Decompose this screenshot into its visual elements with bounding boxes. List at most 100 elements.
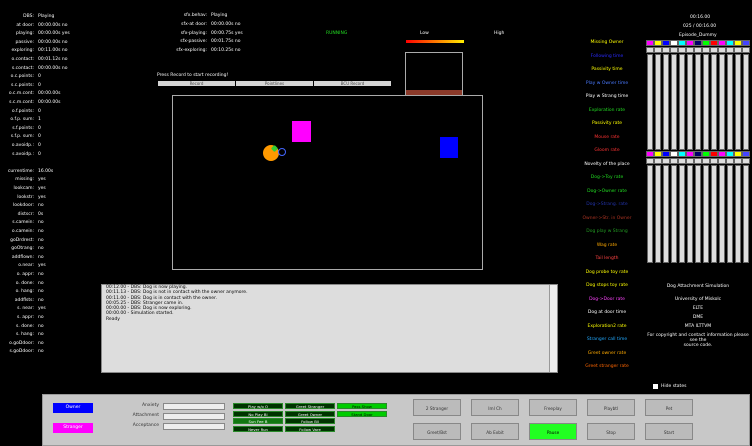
control-button[interactable]: Playbtl <box>587 399 635 416</box>
event-log[interactable]: 00:12.00 - DBS: Dog is now playing. 00:11… <box>101 284 558 373</box>
color-cell[interactable] <box>654 40 662 46</box>
parameter-slider[interactable] <box>719 54 725 150</box>
control-button[interactable]: Greet/Bst <box>413 423 461 440</box>
color-cell[interactable] <box>742 40 750 46</box>
bcu-record-button[interactable]: BCU Record <box>314 81 391 86</box>
parameter-slider[interactable] <box>711 54 717 150</box>
behavior-toggle-button[interactable]: Greet Stranger <box>285 403 335 409</box>
state-cell[interactable] <box>678 47 686 53</box>
control-button[interactable]: Pause <box>529 423 577 440</box>
color-cell[interactable] <box>702 151 710 157</box>
parameter-slider[interactable] <box>687 165 693 263</box>
parameter-slider[interactable] <box>655 54 661 150</box>
parameter-slider[interactable] <box>671 165 677 263</box>
color-cell[interactable] <box>678 40 686 46</box>
state-cell[interactable] <box>678 158 686 164</box>
control-button[interactable]: 2 Stranger <box>413 399 461 416</box>
parameter-slider[interactable] <box>743 165 749 263</box>
parameter-slider[interactable] <box>727 165 733 263</box>
color-cell[interactable] <box>726 151 734 157</box>
color-cell[interactable] <box>718 40 726 46</box>
slider-track[interactable] <box>163 403 225 410</box>
state-cell[interactable] <box>686 158 694 164</box>
color-cell[interactable] <box>662 151 670 157</box>
parameter-slider[interactable] <box>735 54 741 150</box>
parameter-slider[interactable] <box>655 165 661 263</box>
state-cell[interactable] <box>670 47 678 53</box>
color-cell[interactable] <box>726 40 734 46</box>
color-cell[interactable] <box>670 40 678 46</box>
state-cell[interactable] <box>662 158 670 164</box>
parameter-slider[interactable] <box>743 54 749 150</box>
color-cell[interactable] <box>702 40 710 46</box>
parameter-slider[interactable] <box>679 165 685 263</box>
slider-track[interactable] <box>163 423 225 430</box>
control-button[interactable]: Freeplay <box>529 399 577 416</box>
behavior-toggle-button[interactable]: Follow Bll <box>285 418 335 424</box>
state-cell[interactable] <box>734 158 742 164</box>
color-cell[interactable] <box>694 151 702 157</box>
control-button[interactable]: Start <box>645 423 693 440</box>
state-cell[interactable] <box>654 47 662 53</box>
color-cell[interactable] <box>686 151 694 157</box>
color-cell[interactable] <box>654 151 662 157</box>
state-cell[interactable] <box>710 158 718 164</box>
behavior-toggle-button[interactable]: Play w/o O <box>233 403 283 409</box>
parameter-slider[interactable] <box>735 165 741 263</box>
behavior-toggle-button[interactable]: Stand Door <box>337 410 387 417</box>
slider-track[interactable] <box>163 413 225 420</box>
state-cell[interactable] <box>734 47 742 53</box>
state-cell[interactable] <box>646 47 654 53</box>
state-cell[interactable] <box>694 47 702 53</box>
parameter-slider[interactable] <box>695 54 701 150</box>
behavior-toggle-button[interactable]: Sun Fee B <box>233 418 283 424</box>
control-button[interactable]: Ab Exbit <box>471 423 519 440</box>
state-cell[interactable] <box>718 47 726 53</box>
behavior-toggle-button[interactable]: Follow Vare <box>285 425 335 432</box>
behavior-toggle-button[interactable]: Pass Show <box>337 403 387 409</box>
log-scrollbar[interactable] <box>549 285 557 372</box>
control-button[interactable]: Pet <box>645 399 693 416</box>
parameter-slider[interactable] <box>663 165 669 263</box>
state-cell[interactable] <box>742 158 750 164</box>
parameter-slider[interactable] <box>703 54 709 150</box>
parameter-slider[interactable] <box>679 54 685 150</box>
record-button[interactable]: Record <box>158 81 235 86</box>
color-cell[interactable] <box>710 40 718 46</box>
state-cell[interactable] <box>694 158 702 164</box>
behavior-toggle-button[interactable]: No Play Bl <box>233 410 283 417</box>
behavior-toggle-button[interactable]: Greet Owner <box>285 410 335 417</box>
color-cell[interactable] <box>670 151 678 157</box>
parameter-slider[interactable] <box>687 54 693 150</box>
state-cell[interactable] <box>718 158 726 164</box>
hide-states-checkbox[interactable] <box>653 384 658 389</box>
parameter-slider[interactable] <box>671 54 677 150</box>
color-cell[interactable] <box>734 151 742 157</box>
color-cell[interactable] <box>734 40 742 46</box>
control-button[interactable]: Stop <box>587 423 635 440</box>
state-cell[interactable] <box>662 47 670 53</box>
state-cell[interactable] <box>654 158 662 164</box>
color-cell[interactable] <box>718 151 726 157</box>
state-cell[interactable] <box>710 47 718 53</box>
color-cell[interactable] <box>686 40 694 46</box>
simulation-arena[interactable] <box>172 95 483 270</box>
behavior-toggle-button[interactable]: Never Run <box>233 425 283 432</box>
parameter-slider[interactable] <box>695 165 701 263</box>
color-cell[interactable] <box>694 40 702 46</box>
parameter-slider[interactable] <box>727 54 733 150</box>
state-cell[interactable] <box>702 158 710 164</box>
state-cell[interactable] <box>670 158 678 164</box>
state-cell[interactable] <box>726 158 734 164</box>
parameter-slider[interactable] <box>719 165 725 263</box>
parameter-slider[interactable] <box>711 165 717 263</box>
control-button[interactable]: Iml Ch <box>471 399 519 416</box>
color-cell[interactable] <box>662 40 670 46</box>
color-cell[interactable] <box>678 151 686 157</box>
pointlines-button[interactable]: Pointlines <box>236 81 313 86</box>
state-cell[interactable] <box>726 47 734 53</box>
parameter-slider[interactable] <box>703 165 709 263</box>
parameter-grid-bottom[interactable] <box>646 151 750 263</box>
state-cell[interactable] <box>702 47 710 53</box>
state-cell[interactable] <box>742 47 750 53</box>
